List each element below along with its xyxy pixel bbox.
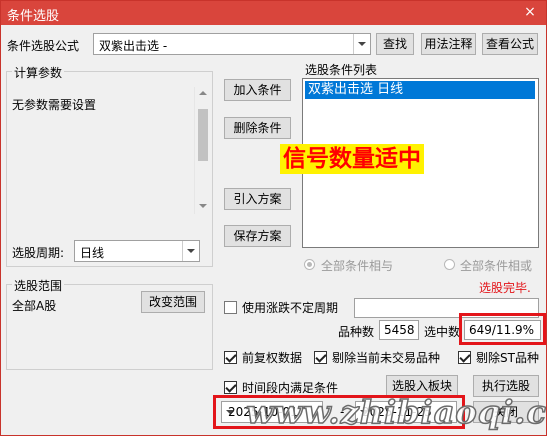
view-formula-button[interactable]: 查看公式 bbox=[482, 33, 538, 55]
adjusted-checkbox[interactable] bbox=[224, 351, 237, 364]
add-condition-button[interactable]: 加入条件 bbox=[224, 79, 291, 101]
period-select[interactable]: 日线 bbox=[74, 240, 200, 262]
status-text: 选股完毕. bbox=[479, 281, 531, 295]
range-value: 全部A股 bbox=[12, 299, 57, 313]
and-radio-label: 全部条件相与 bbox=[321, 259, 394, 273]
delete-condition-button[interactable]: 删除条件 bbox=[224, 117, 291, 139]
save-scheme-button[interactable]: 保存方案 bbox=[224, 225, 291, 247]
exclude-st-checkbox[interactable] bbox=[458, 351, 471, 364]
scroll-down-icon[interactable] bbox=[199, 204, 207, 208]
params-text: 无参数需要设置 bbox=[12, 98, 97, 112]
formula-label: 条件选股公式 bbox=[7, 39, 80, 53]
watermark: www.zhibiaoqi.com bbox=[245, 392, 547, 432]
scroll-thumb[interactable] bbox=[198, 109, 208, 161]
list-item[interactable]: 双紫出击选 日线 bbox=[305, 81, 535, 99]
title-bar[interactable]: 条件选股 × bbox=[1, 1, 546, 25]
condition-list-label: 选股条件列表 bbox=[305, 63, 378, 77]
close-icon[interactable]: × bbox=[520, 3, 540, 21]
or-radio[interactable] bbox=[444, 259, 455, 270]
import-scheme-button[interactable]: 引入方案 bbox=[224, 188, 291, 210]
chevron-down-icon[interactable] bbox=[353, 34, 370, 54]
and-radio[interactable] bbox=[304, 259, 315, 270]
period-label: 选股周期: bbox=[12, 246, 65, 260]
variable-period-checkbox[interactable] bbox=[224, 301, 237, 314]
formula-select[interactable]: 双紫出击选 - bbox=[93, 33, 371, 55]
chevron-down-icon[interactable] bbox=[182, 241, 199, 261]
exclude-suspended-label: 剔除当前未交易品种 bbox=[332, 351, 441, 365]
annotation-text: 信号数量适中 bbox=[280, 144, 424, 174]
selected-label: 选中数 bbox=[424, 325, 461, 339]
usage-notes-button[interactable]: 用法注释 bbox=[421, 33, 476, 55]
count-label: 品种数 bbox=[338, 325, 375, 339]
range-legend: 选股范围 bbox=[12, 277, 65, 294]
variable-period-label: 使用涨跌不定周期 bbox=[242, 301, 339, 315]
scroll-up-icon[interactable] bbox=[199, 91, 207, 95]
calc-params-legend: 计算参数 bbox=[12, 64, 65, 81]
params-scrollbar[interactable] bbox=[194, 87, 210, 214]
formula-select-value: 双紫出击选 - bbox=[99, 39, 168, 53]
exclude-suspended-checkbox[interactable] bbox=[314, 351, 327, 364]
stock-screener-window: 条件选股 × 条件选股公式 双紫出击选 - 查找 用法注释 查看公式 计算参数 … bbox=[0, 0, 547, 436]
selected-count-highlight bbox=[459, 313, 546, 345]
or-radio-label: 全部条件相或 bbox=[460, 259, 533, 273]
period-select-value: 日线 bbox=[80, 246, 105, 260]
adjusted-label: 前复权数据 bbox=[242, 351, 303, 365]
change-range-button[interactable]: 改变范围 bbox=[141, 291, 205, 313]
count-field: 5458 bbox=[379, 320, 419, 340]
find-button[interactable]: 查找 bbox=[376, 33, 414, 55]
exclude-st-label: 剔除ST品种 bbox=[476, 351, 539, 365]
window-title: 条件选股 bbox=[7, 9, 60, 24]
time-range-checkbox[interactable] bbox=[224, 381, 237, 394]
